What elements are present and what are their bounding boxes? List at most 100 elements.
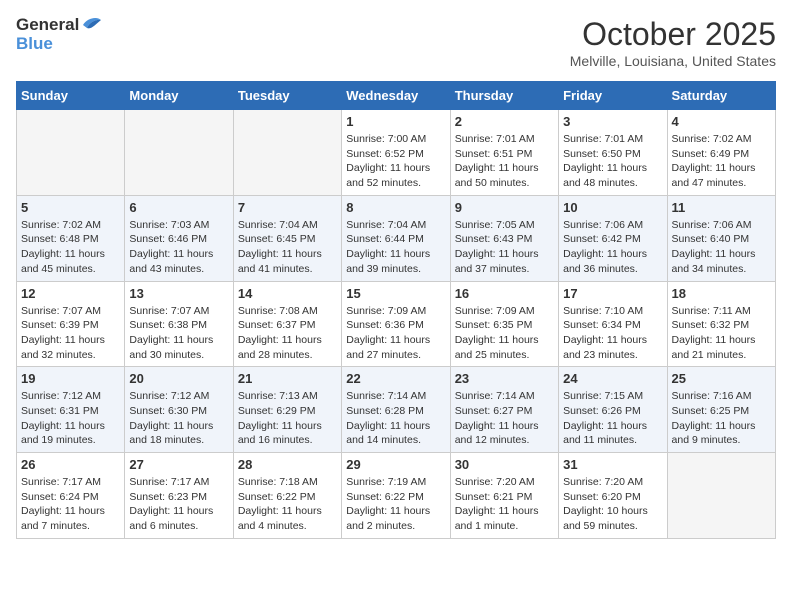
day-info: Sunrise: 7:08 AMSunset: 6:37 PMDaylight:… [238, 304, 337, 363]
logo-container: General Blue [16, 16, 103, 53]
day-number: 22 [346, 371, 445, 386]
day-info: Sunrise: 7:18 AMSunset: 6:22 PMDaylight:… [238, 475, 337, 534]
day-number: 9 [455, 200, 554, 215]
day-info: Sunrise: 7:07 AMSunset: 6:39 PMDaylight:… [21, 304, 120, 363]
calendar-week-row: 1Sunrise: 7:00 AMSunset: 6:52 PMDaylight… [17, 110, 776, 196]
day-number: 20 [129, 371, 228, 386]
calendar-cell: 10Sunrise: 7:06 AMSunset: 6:42 PMDayligh… [559, 195, 667, 281]
day-info: Sunrise: 7:03 AMSunset: 6:46 PMDaylight:… [129, 218, 228, 277]
day-number: 27 [129, 457, 228, 472]
day-info: Sunrise: 7:06 AMSunset: 6:42 PMDaylight:… [563, 218, 662, 277]
calendar-cell: 8 Sunrise: 7:04 AMSunset: 6:44 PMDaylight… [342, 195, 450, 281]
location: Melville, Louisiana, United States [570, 53, 776, 69]
day-info: Sunrise: 7:17 AMSunset: 6:23 PMDaylight:… [129, 475, 228, 534]
page-header: General Blue October 2025 Melville, Loui… [16, 16, 776, 69]
day-info: Sunrise: 7:05 AMSunset: 6:43 PMDaylight:… [455, 218, 554, 277]
calendar-cell: 9 Sunrise: 7:05 AMSunset: 6:43 PMDaylight… [450, 195, 558, 281]
header-saturday: Saturday [667, 82, 775, 110]
day-info: Sunrise: 7:20 AMSunset: 6:21 PMDaylight:… [455, 475, 554, 534]
calendar-cell: 18 Sunrise: 7:11 AMSunset: 6:32 PMDayligh… [667, 281, 775, 367]
logo-bird-icon [81, 16, 103, 34]
day-info: Sunrise: 7:07 AMSunset: 6:38 PMDaylight:… [129, 304, 228, 363]
day-number: 28 [238, 457, 337, 472]
day-info: Sunrise: 7:14 AMSunset: 6:27 PMDaylight:… [455, 389, 554, 448]
month-title: October 2025 [570, 16, 776, 53]
calendar-cell: 26 Sunrise: 7:17 AMSunset: 6:24 PMDayligh… [17, 453, 125, 539]
day-number: 2 [455, 114, 554, 129]
calendar-cell: 15 Sunrise: 7:09 AMSunset: 6:36 PMDayligh… [342, 281, 450, 367]
calendar-cell: 17Sunrise: 7:10 AMSunset: 6:34 PMDayligh… [559, 281, 667, 367]
header-sunday: Sunday [17, 82, 125, 110]
header-thursday: Thursday [450, 82, 558, 110]
calendar-cell: 3 Sunrise: 7:01 AMSunset: 6:50 PMDaylight… [559, 110, 667, 196]
day-number: 7 [238, 200, 337, 215]
day-number: 29 [346, 457, 445, 472]
header-wednesday: Wednesday [342, 82, 450, 110]
header-tuesday: Tuesday [233, 82, 341, 110]
day-number: 11 [672, 200, 771, 215]
calendar-week-row: 26 Sunrise: 7:17 AMSunset: 6:24 PMDayligh… [17, 453, 776, 539]
day-info: Sunrise: 7:17 AMSunset: 6:24 PMDaylight:… [21, 475, 120, 534]
logo-general-text: General [16, 16, 79, 35]
calendar-cell: 25Sunrise: 7:16 AMSunset: 6:25 PMDayligh… [667, 367, 775, 453]
day-number: 18 [672, 286, 771, 301]
header-monday: Monday [125, 82, 233, 110]
calendar-cell: 7 Sunrise: 7:04 AMSunset: 6:45 PMDaylight… [233, 195, 341, 281]
calendar-cell [667, 453, 775, 539]
day-info: Sunrise: 7:02 AMSunset: 6:49 PMDaylight:… [672, 132, 771, 191]
day-number: 4 [672, 114, 771, 129]
day-number: 3 [563, 114, 662, 129]
day-number: 25 [672, 371, 771, 386]
day-number: 8 [346, 200, 445, 215]
calendar-cell: 24Sunrise: 7:15 AMSunset: 6:26 PMDayligh… [559, 367, 667, 453]
calendar-cell: 16 Sunrise: 7:09 AMSunset: 6:35 PMDayligh… [450, 281, 558, 367]
calendar-cell: 13Sunrise: 7:07 AMSunset: 6:38 PMDayligh… [125, 281, 233, 367]
day-number: 15 [346, 286, 445, 301]
day-number: 16 [455, 286, 554, 301]
day-info: Sunrise: 7:11 AMSunset: 6:32 PMDaylight:… [672, 304, 771, 363]
calendar-cell: 4 Sunrise: 7:02 AMSunset: 6:49 PMDaylight… [667, 110, 775, 196]
day-number: 6 [129, 200, 228, 215]
day-info: Sunrise: 7:01 AMSunset: 6:51 PMDaylight:… [455, 132, 554, 191]
title-block: October 2025 Melville, Louisiana, United… [570, 16, 776, 69]
day-info: Sunrise: 7:04 AMSunset: 6:44 PMDaylight:… [346, 218, 445, 277]
logo-blue-text: Blue [16, 35, 103, 54]
day-info: Sunrise: 7:12 AMSunset: 6:30 PMDaylight:… [129, 389, 228, 448]
calendar-cell: 21 Sunrise: 7:13 AMSunset: 6:29 PMDayligh… [233, 367, 341, 453]
day-number: 12 [21, 286, 120, 301]
day-info: Sunrise: 7:01 AMSunset: 6:50 PMDaylight:… [563, 132, 662, 191]
day-number: 14 [238, 286, 337, 301]
day-info: Sunrise: 7:09 AMSunset: 6:35 PMDaylight:… [455, 304, 554, 363]
day-info: Sunrise: 7:13 AMSunset: 6:29 PMDaylight:… [238, 389, 337, 448]
calendar-cell: 12 Sunrise: 7:07 AMSunset: 6:39 PMDayligh… [17, 281, 125, 367]
logo: General Blue [16, 16, 103, 53]
calendar-cell: 29Sunrise: 7:19 AMSunset: 6:22 PMDayligh… [342, 453, 450, 539]
calendar-cell: 28 Sunrise: 7:18 AMSunset: 6:22 PMDayligh… [233, 453, 341, 539]
day-number: 5 [21, 200, 120, 215]
calendar-cell [233, 110, 341, 196]
day-number: 30 [455, 457, 554, 472]
calendar-cell: 5Sunrise: 7:02 AMSunset: 6:48 PMDaylight… [17, 195, 125, 281]
calendar-cell: 30 Sunrise: 7:20 AMSunset: 6:21 PMDayligh… [450, 453, 558, 539]
calendar-cell [125, 110, 233, 196]
day-info: Sunrise: 7:04 AMSunset: 6:45 PMDaylight:… [238, 218, 337, 277]
day-info: Sunrise: 7:09 AMSunset: 6:36 PMDaylight:… [346, 304, 445, 363]
calendar-cell: 19 Sunrise: 7:12 AMSunset: 6:31 PMDayligh… [17, 367, 125, 453]
header-friday: Friday [559, 82, 667, 110]
day-info: Sunrise: 7:00 AMSunset: 6:52 PMDaylight:… [346, 132, 445, 191]
day-number: 26 [21, 457, 120, 472]
calendar-cell: 22 Sunrise: 7:14 AMSunset: 6:28 PMDayligh… [342, 367, 450, 453]
day-number: 17 [563, 286, 662, 301]
day-number: 21 [238, 371, 337, 386]
calendar-cell: 2 Sunrise: 7:01 AMSunset: 6:51 PMDaylight… [450, 110, 558, 196]
calendar-cell: 1Sunrise: 7:00 AMSunset: 6:52 PMDaylight… [342, 110, 450, 196]
day-number: 24 [563, 371, 662, 386]
calendar-week-row: 19 Sunrise: 7:12 AMSunset: 6:31 PMDayligh… [17, 367, 776, 453]
calendar-cell: 23Sunrise: 7:14 AMSunset: 6:27 PMDayligh… [450, 367, 558, 453]
day-info: Sunrise: 7:14 AMSunset: 6:28 PMDaylight:… [346, 389, 445, 448]
calendar-cell: 20 Sunrise: 7:12 AMSunset: 6:30 PMDayligh… [125, 367, 233, 453]
day-number: 19 [21, 371, 120, 386]
day-info: Sunrise: 7:06 AMSunset: 6:40 PMDaylight:… [672, 218, 771, 277]
day-info: Sunrise: 7:12 AMSunset: 6:31 PMDaylight:… [21, 389, 120, 448]
day-number: 31 [563, 457, 662, 472]
